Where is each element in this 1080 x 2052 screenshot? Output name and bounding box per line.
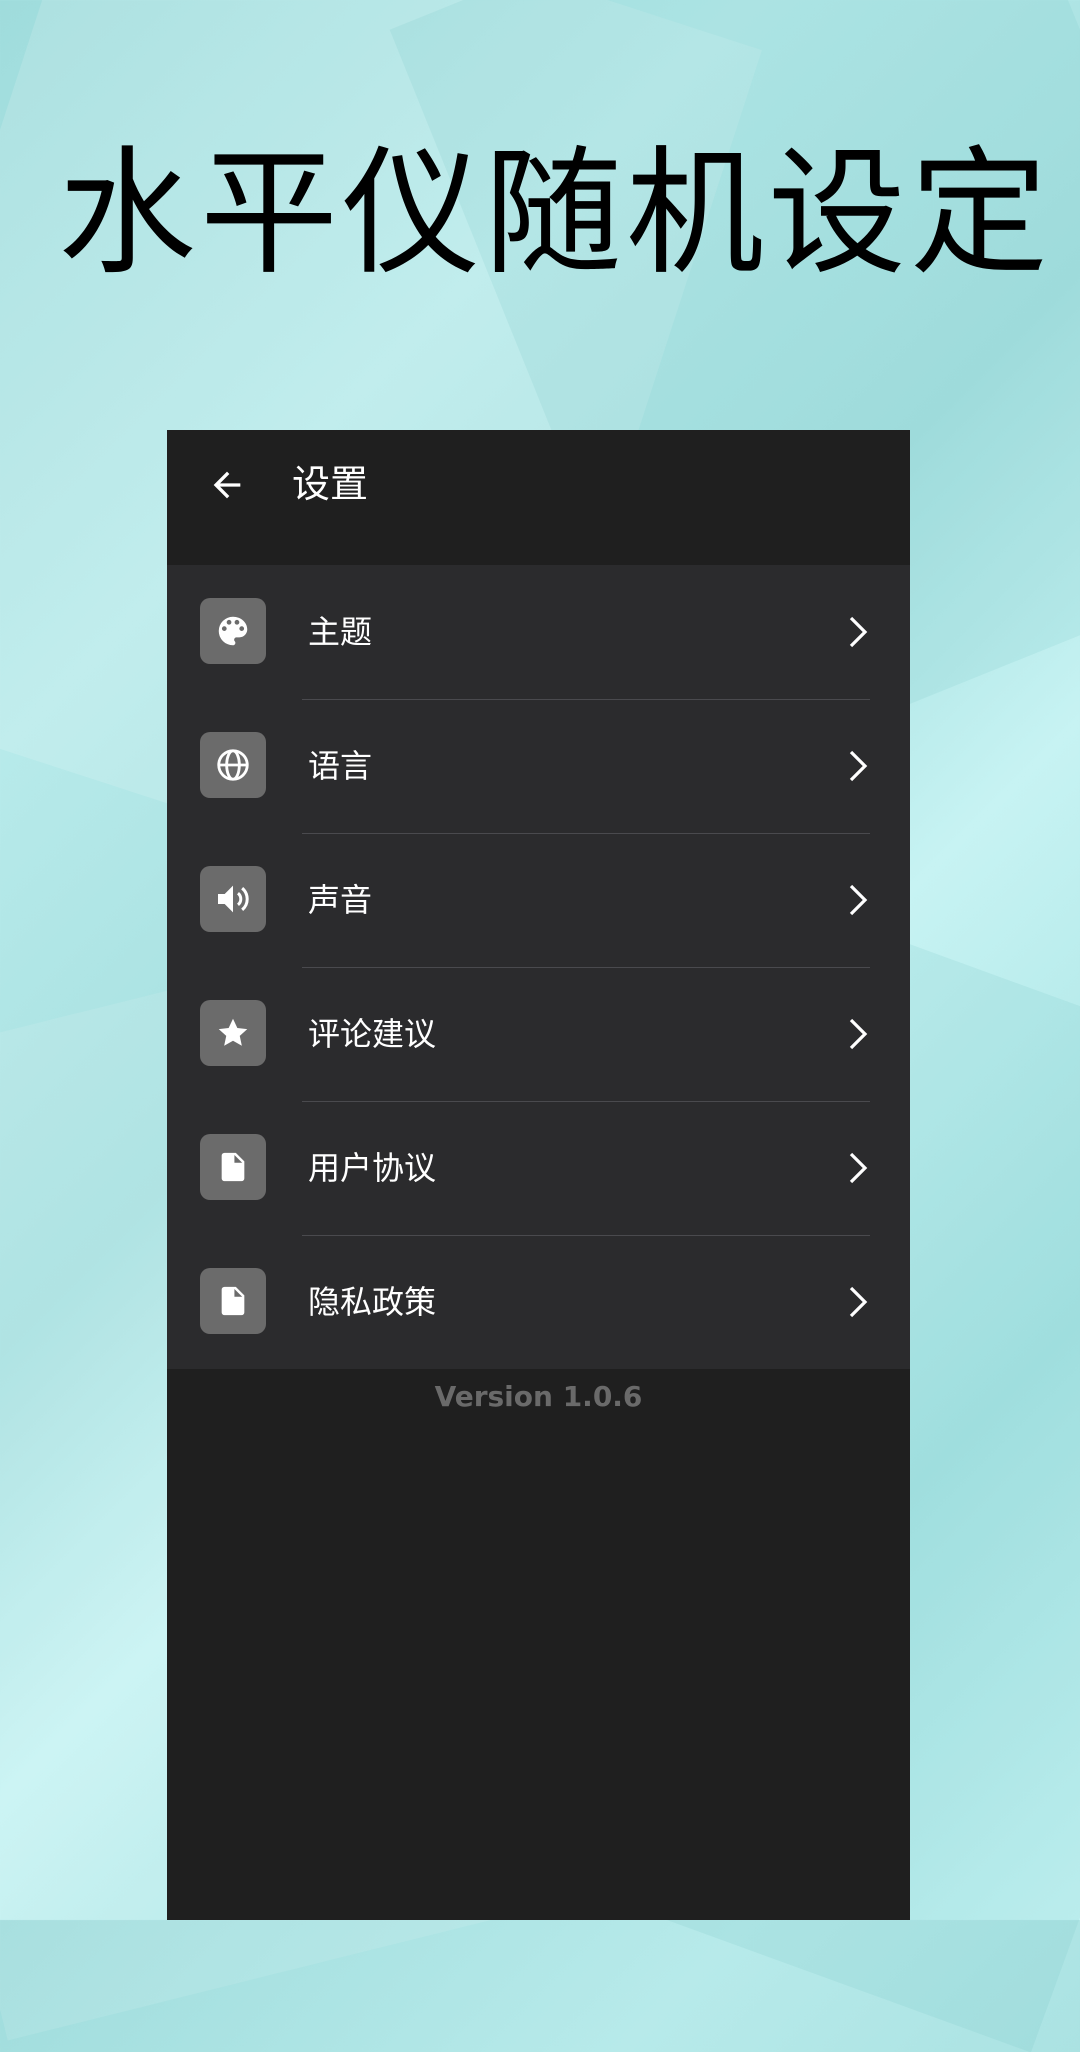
phone-screen: 设置 主题 语言 声音 评论建议 用户协议 隐私政策 Version 1.0.6 — [167, 430, 910, 1920]
document-icon — [221, 1286, 245, 1316]
settings-item-label: 用户协议 — [308, 1149, 437, 1187]
settings-item-label: 主题 — [308, 613, 373, 651]
settings-item-language[interactable]: 语言 — [167, 699, 910, 833]
chevron-right-icon — [849, 1018, 868, 1050]
settings-item-privacy-policy[interactable]: 隐私政策 — [167, 1235, 910, 1369]
settings-item-sound[interactable]: 声音 — [167, 833, 910, 967]
app-bar: 设置 — [167, 430, 910, 565]
globe-icon-box — [200, 732, 266, 798]
version-label: Version 1.0.6 — [434, 1380, 643, 1413]
settings-item-label: 声音 — [308, 881, 373, 919]
settings-item-theme[interactable]: 主题 — [167, 565, 910, 699]
document-icon-box — [200, 1268, 266, 1334]
chevron-right-icon — [849, 884, 868, 916]
page-title: 设置 — [292, 462, 369, 506]
arrow-left-icon — [213, 471, 241, 499]
settings-list: 主题 语言 声音 评论建议 用户协议 隐私政策 — [167, 565, 910, 1369]
star-icon — [218, 1018, 248, 1046]
back-button[interactable] — [197, 455, 257, 515]
chevron-right-icon — [849, 1152, 868, 1184]
volume-icon-box — [200, 866, 266, 932]
settings-item-label: 隐私政策 — [308, 1283, 437, 1321]
chevron-right-icon — [849, 616, 868, 648]
star-icon-box — [200, 1000, 266, 1066]
settings-item-user-agreement[interactable]: 用户协议 — [167, 1101, 910, 1235]
document-icon-box — [200, 1134, 266, 1200]
document-icon — [221, 1152, 245, 1182]
volume-icon — [218, 885, 249, 913]
globe-icon — [217, 749, 249, 781]
settings-item-label: 评论建议 — [308, 1015, 437, 1053]
settings-item-label: 语言 — [308, 747, 373, 785]
chevron-right-icon — [849, 750, 868, 782]
palette-icon — [218, 616, 248, 646]
promo-title: 水平仪随机设定 — [57, 133, 1052, 294]
palette-icon-box — [200, 598, 266, 664]
chevron-right-icon — [849, 1286, 868, 1318]
settings-item-feedback[interactable]: 评论建议 — [167, 967, 910, 1101]
